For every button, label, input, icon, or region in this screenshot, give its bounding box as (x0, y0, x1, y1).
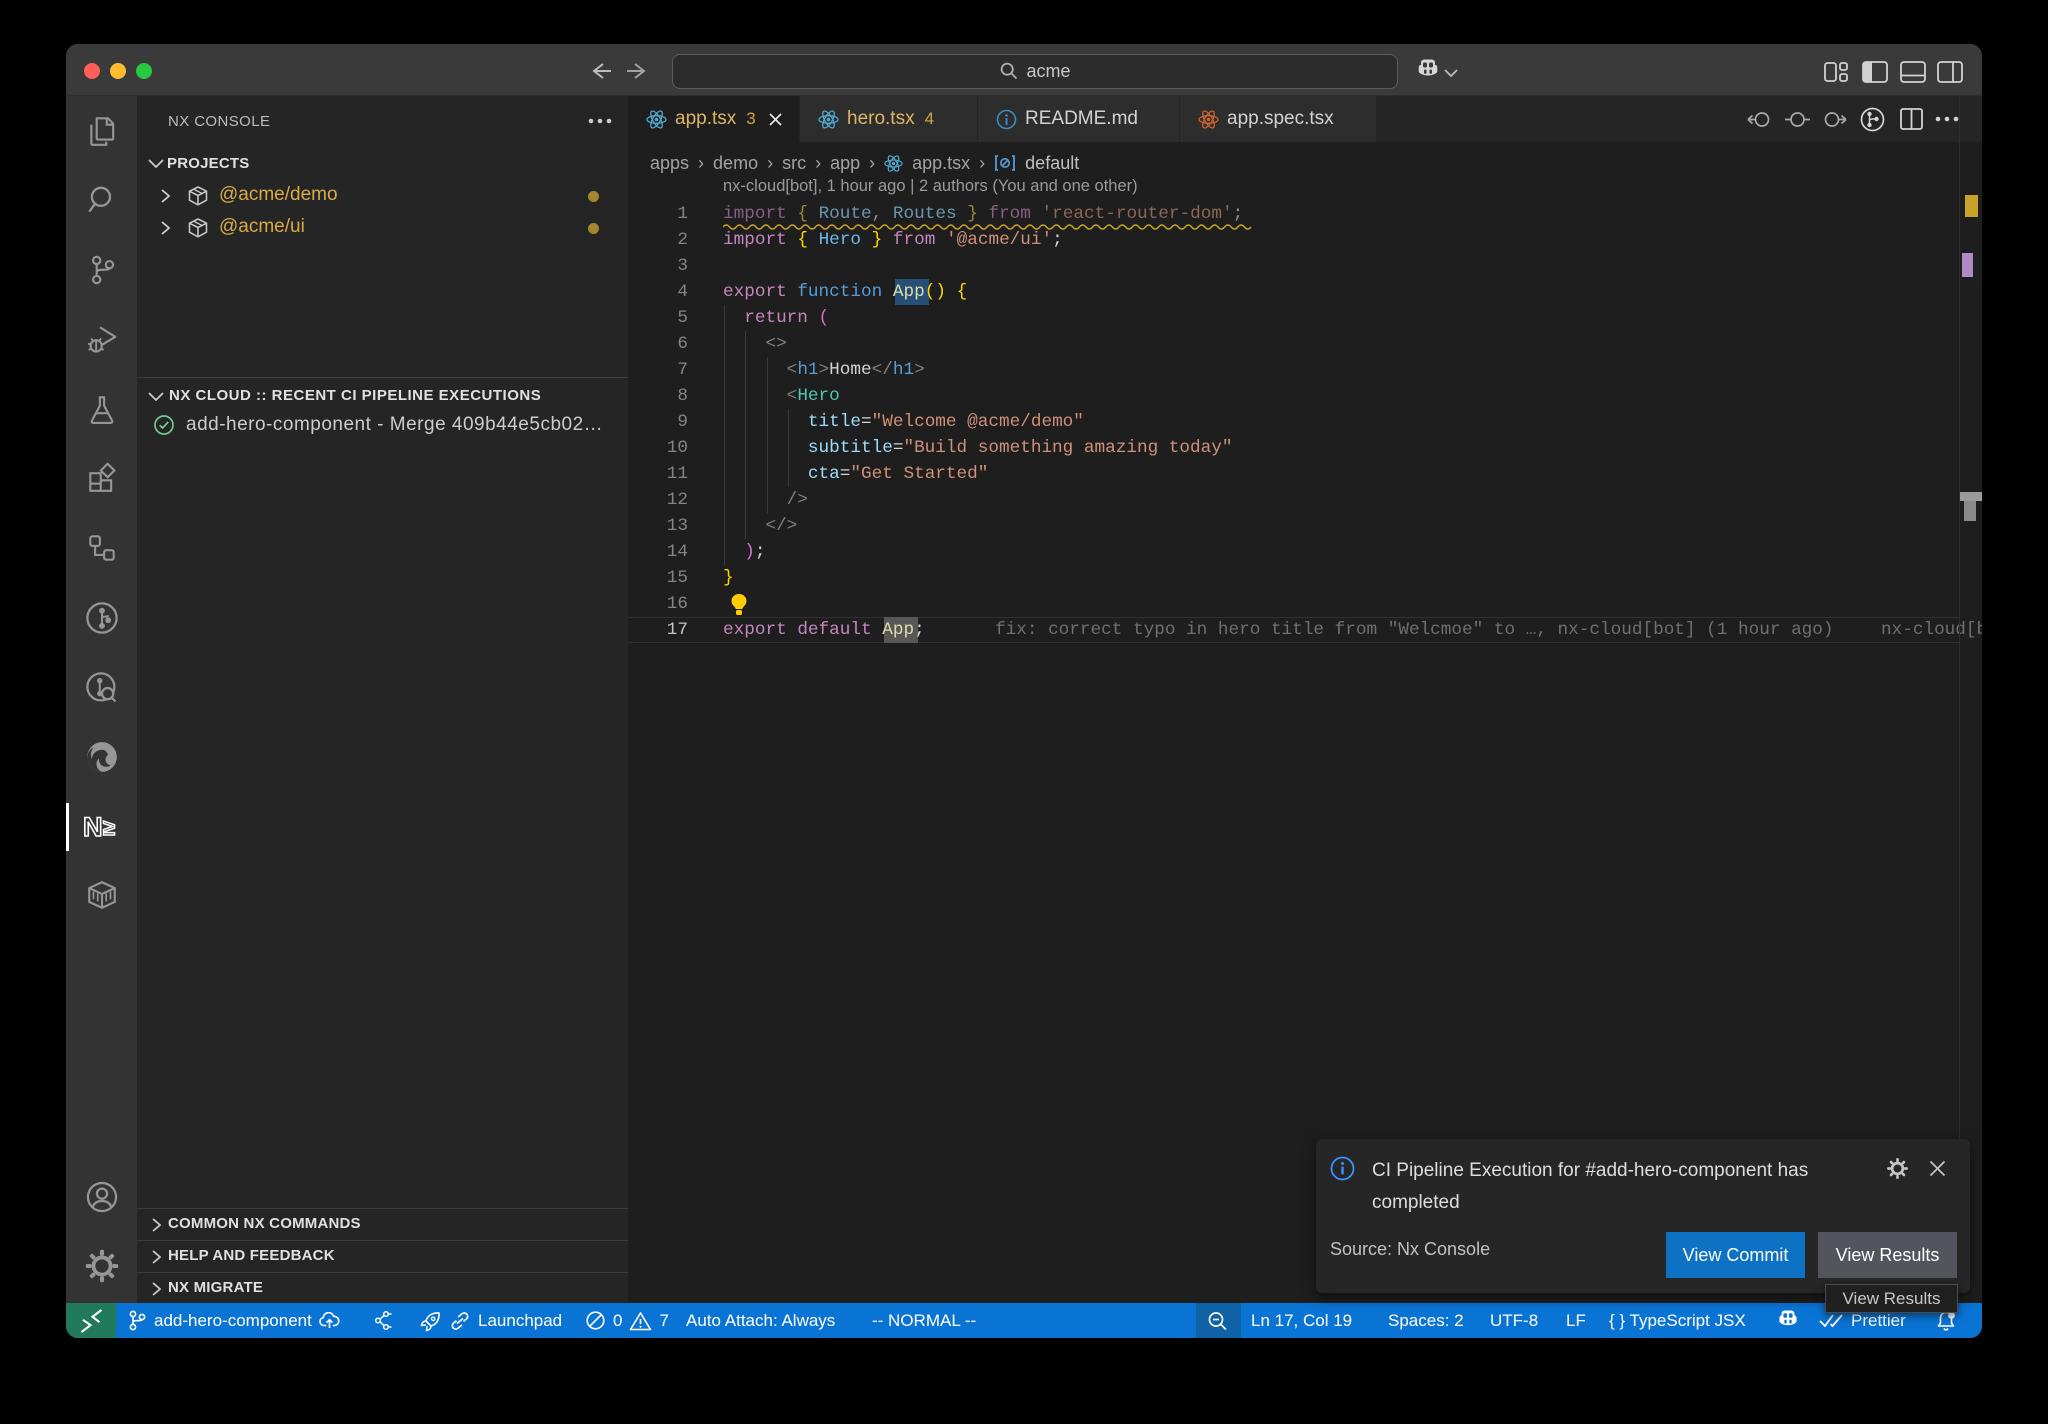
svg-text:≥: ≥ (103, 815, 115, 840)
svg-text:N: N (83, 812, 103, 842)
